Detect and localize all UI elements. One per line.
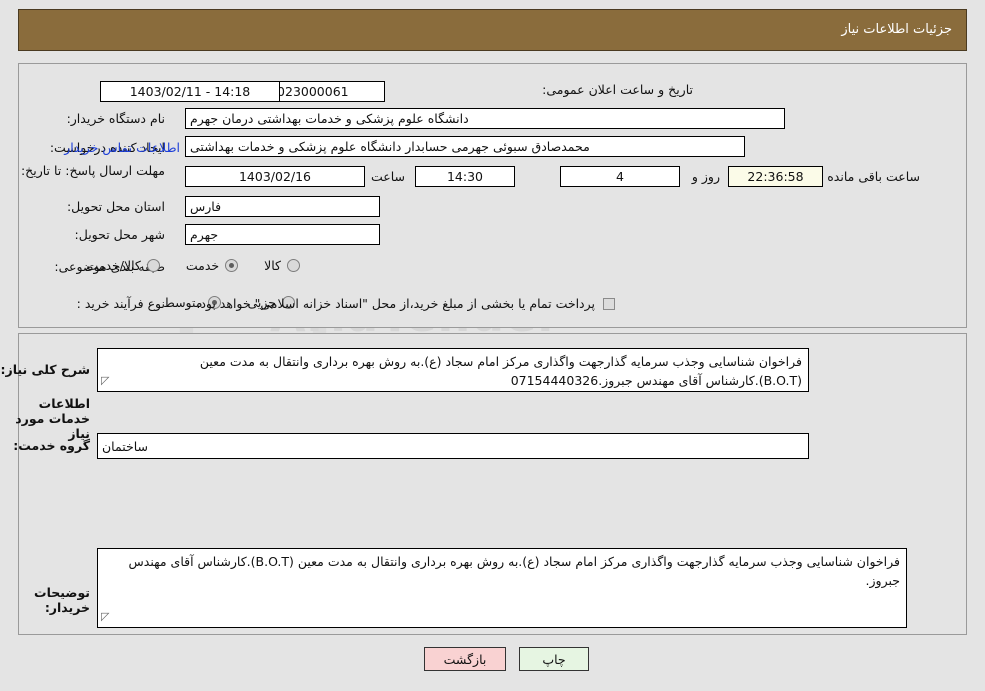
deadline-date-field[interactable]: 1403/02/16 [185, 166, 365, 187]
radio-icon-category-2[interactable] [146, 259, 160, 272]
resize-grip-icon-notes[interactable]: ◸ [101, 608, 109, 625]
announce-datetime-label-row: تاریخ و ساعت اعلان عمومی: [542, 82, 693, 97]
days-and-label: روز و [691, 169, 720, 184]
city-field[interactable]: جهرم [185, 224, 380, 245]
category-option-2[interactable]: کالا/خدمت [86, 258, 160, 273]
category-option-2-label: کالا/خدمت [86, 258, 141, 273]
deadline-label: مهلت ارسال پاسخ: تا تاریخ: [20, 163, 165, 178]
days-remaining-field[interactable]: 4 [560, 166, 680, 187]
city-label-row: شهر محل تحویل: [75, 227, 165, 242]
radio-icon-category-1[interactable] [225, 259, 239, 272]
category-option-0[interactable]: کالا [264, 258, 300, 273]
province-label-row: استان محل تحویل: [67, 199, 165, 214]
print-button[interactable]: چاپ [519, 647, 589, 671]
buyer-org-field[interactable]: دانشگاه علوم پزشکی و خدمات بهداشتی درمان… [185, 108, 785, 129]
checkbox-icon-treasury[interactable] [603, 297, 615, 310]
category-option-0-label: کالا [264, 258, 281, 273]
general-desc-label: شرح کلی نیاز: [0, 362, 90, 377]
treasury-checkbox-row[interactable]: پرداخت تمام یا بخشی از مبلغ خرید،از محل … [196, 296, 615, 311]
province-field[interactable]: فارس [185, 196, 380, 217]
announce-datetime-field[interactable]: 1403/02/11 - 14:18 [100, 81, 280, 102]
category-radio-group: کالا خدمت کالا/خدمت [60, 258, 300, 273]
buyer-org-label-row: نام دستگاه خریدار: [67, 111, 165, 126]
service-group-field[interactable]: ساختمان [97, 433, 809, 459]
page-title: جزئیات اطلاعات نیاز [841, 22, 952, 37]
radio-icon-category-0[interactable] [287, 259, 300, 272]
deadline-time-field[interactable]: 14:30 [415, 166, 515, 187]
category-option-1-label: خدمت [185, 258, 220, 273]
general-desc-textarea[interactable]: فراخوان شناسایی وجذب سرمایه گذارجهت واگذ… [97, 348, 809, 392]
buyer-notes-text: فراخوان شناسایی وجذب سرمایه گذارجهت واگذ… [128, 554, 900, 589]
services-section-title: اطلاعات خدمات مورد نیاز [15, 396, 90, 441]
category-option-1[interactable]: خدمت [185, 258, 239, 273]
time-remaining-field: 22:36:58 [728, 166, 823, 187]
buyer-org-label: نام دستگاه خریدار: [66, 111, 165, 126]
province-label: استان محل تحویل: [66, 199, 165, 214]
deadline-label-row: مهلت ارسال پاسخ: تا تاریخ: [20, 163, 165, 180]
service-group-label: گروه خدمت: [13, 438, 90, 453]
buyer-contact-link[interactable]: اطلاعات تماس خریدار [64, 140, 180, 155]
deadline-hour-label: ساعت [370, 169, 405, 184]
general-desc-text: فراخوان شناسایی وجذب سرمایه گذارجهت واگذ… [199, 354, 802, 389]
buyer-notes-textarea[interactable]: فراخوان شناسایی وجذب سرمایه گذارجهت واگذ… [97, 548, 907, 628]
resize-grip-icon[interactable]: ◸ [101, 372, 109, 389]
back-button[interactable]: بازگشت [424, 647, 506, 671]
remaining-suffix-label: ساعت باقی مانده [827, 169, 920, 184]
page-root: V AriaTender جزئیات اطلاعات نیاز شماره ن… [0, 0, 985, 691]
city-label: شهر محل تحویل: [74, 227, 165, 242]
treasury-checkbox-label: پرداخت تمام یا بخشی از مبلغ خرید،از محل … [196, 296, 595, 311]
page-header-bar: جزئیات اطلاعات نیاز [18, 9, 967, 51]
announce-datetime-label: تاریخ و ساعت اعلان عمومی: [542, 82, 693, 97]
buyer-notes-label: توضیحات خریدار: [34, 585, 90, 615]
need-summary-panel [18, 63, 967, 328]
requester-field[interactable]: محمدصادق سبوئی جهرمی حسابدار دانشگاه علو… [185, 136, 745, 157]
